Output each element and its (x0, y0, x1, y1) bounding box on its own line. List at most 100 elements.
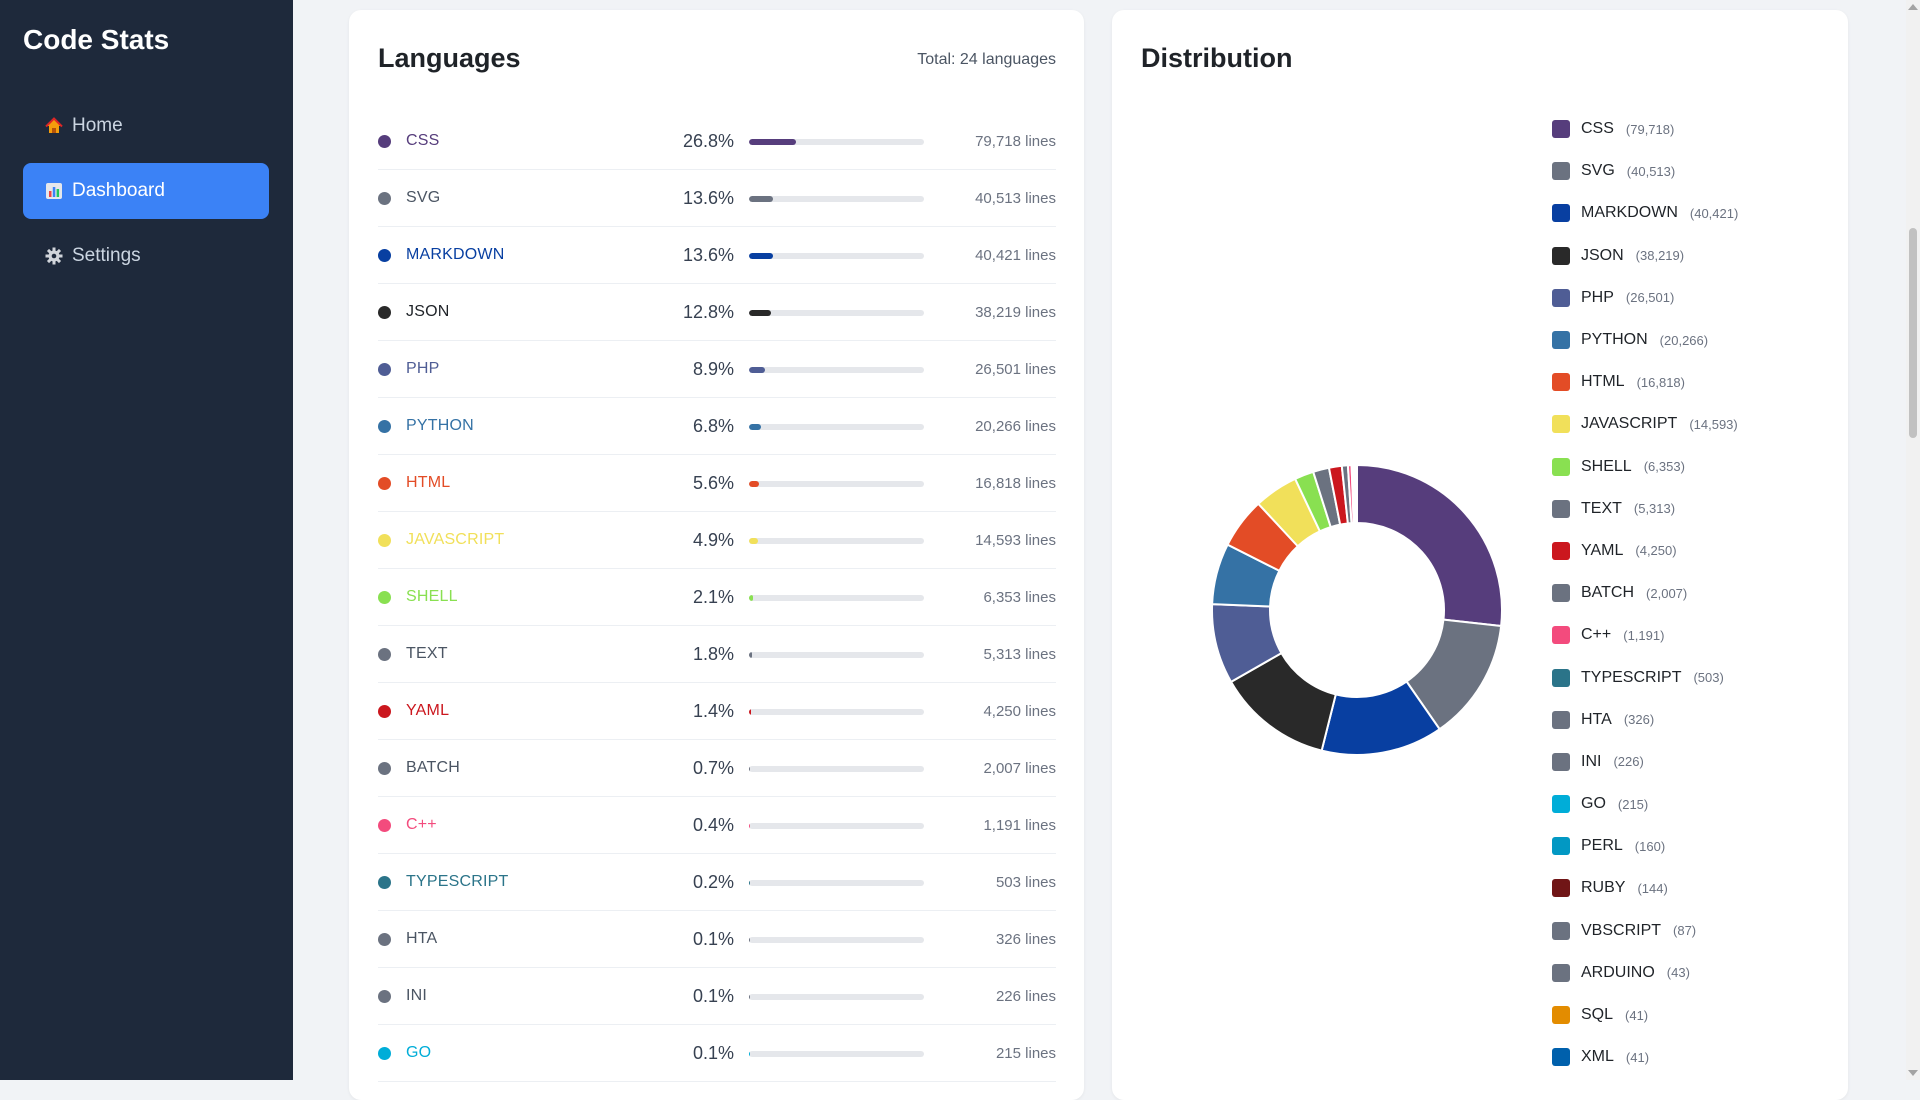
legend-item[interactable]: VBSCRIPT(87) (1552, 910, 1832, 952)
language-bar-fill (749, 1051, 750, 1057)
language-row: GO0.1%215 lines (378, 1025, 1056, 1082)
language-name: INI (406, 987, 427, 1005)
sidebar-item-home[interactable]: Home (23, 98, 269, 154)
language-row: MARKDOWN13.6%40,421 lines (378, 227, 1056, 284)
language-name: HTA (406, 930, 437, 948)
legend-label: HTA (1581, 711, 1612, 729)
language-bar-fill (749, 424, 761, 430)
language-bar-fill (749, 937, 750, 943)
app-title: Code Stats (23, 24, 169, 56)
language-row: HTA 0.1% 326 lines (378, 911, 1056, 968)
language-name: PYTHON (406, 417, 474, 435)
language-bar-fill (749, 253, 773, 259)
language-name: CSS (406, 132, 440, 150)
scroll-up-icon[interactable] (1908, 4, 1918, 10)
language-bar-track (749, 994, 924, 1000)
legend-item[interactable]: ARDUINO(43) (1552, 952, 1832, 994)
legend-item[interactable]: SVG(40,513) (1552, 150, 1832, 192)
legend-swatch (1552, 120, 1570, 138)
donut-slice-css[interactable] (1357, 465, 1502, 626)
donut-chart (1202, 455, 1512, 765)
legend-swatch (1552, 879, 1570, 897)
legend-count: (40,513) (1627, 164, 1675, 179)
language-bar-fill (749, 196, 773, 202)
legend-item[interactable]: HTA(326) (1552, 699, 1832, 741)
language-percent: 4.9% (693, 530, 734, 551)
language-bar-track (749, 1051, 924, 1057)
language-percent: 0.2% (693, 872, 734, 893)
legend-label: TEXT (1581, 500, 1622, 518)
language-bar-track (749, 652, 924, 658)
legend-item[interactable]: HTML(16,818) (1552, 361, 1832, 403)
language-row: INI0.1%226 lines (378, 968, 1056, 1025)
legend-item[interactable]: TYPESCRIPT(503) (1552, 656, 1832, 698)
legend-item[interactable]: GO(215) (1552, 783, 1832, 825)
legend-item[interactable]: BATCH(2,007) (1552, 572, 1832, 614)
sidebar: Code Stats Home Dashboard Settings (0, 0, 293, 1080)
legend-item[interactable]: YAML(4,250) (1552, 530, 1832, 572)
language-percent: 12.8% (683, 302, 734, 323)
language-name: SHELL (406, 588, 458, 606)
sidebar-item-settings[interactable]: Settings (23, 228, 269, 284)
legend-label: CSS (1581, 120, 1614, 138)
legend-item[interactable]: XML(41) (1552, 1036, 1832, 1078)
legend-item[interactable]: JSON(38,219) (1552, 235, 1832, 277)
language-name: YAML (406, 702, 449, 720)
legend-swatch (1552, 626, 1570, 644)
sidebar-nav: Home Dashboard Settings (23, 98, 269, 293)
language-name: GO (406, 1044, 431, 1062)
legend-count: (41) (1625, 1008, 1648, 1023)
language-lines: 20,266 lines (975, 418, 1056, 435)
legend-label: PERL (1581, 837, 1623, 855)
legend-item[interactable]: RUBY(144) (1552, 867, 1832, 909)
language-lines: 38,219 lines (975, 304, 1056, 321)
language-bar-fill (749, 139, 796, 145)
page-scrollbar[interactable] (1906, 0, 1920, 1080)
language-color-dot (378, 420, 391, 433)
language-color-dot (378, 876, 391, 889)
language-percent: 1.4% (693, 701, 734, 722)
scroll-down-icon[interactable] (1908, 1070, 1918, 1076)
language-name: TYPESCRIPT (406, 873, 508, 891)
legend-swatch (1552, 584, 1570, 602)
legend-item[interactable]: INI(226) (1552, 741, 1832, 783)
legend-count: (1,191) (1623, 628, 1664, 643)
legend-label: BATCH (1581, 584, 1634, 602)
legend-item[interactable]: C++(1,191) (1552, 614, 1832, 656)
legend-label: INI (1581, 753, 1601, 771)
language-lines: 1,191 lines (983, 817, 1056, 834)
legend-item[interactable]: PHP(26,501) (1552, 277, 1832, 319)
sidebar-item-dashboard[interactable]: Dashboard (23, 163, 269, 219)
legend-item[interactable]: MARKDOWN(40,421) (1552, 192, 1832, 234)
language-percent: 0.1% (693, 929, 734, 950)
language-percent: 1.8% (693, 644, 734, 665)
legend-item[interactable]: CSS(79,718) (1552, 108, 1832, 150)
language-lines: 79,718 lines (975, 133, 1056, 150)
legend-item[interactable]: JAVASCRIPT(14,593) (1552, 403, 1832, 445)
legend-swatch (1552, 837, 1570, 855)
legend-item[interactable]: TEXT(5,313) (1552, 488, 1832, 530)
language-lines: 326 lines (996, 931, 1056, 948)
language-color-dot (378, 591, 391, 604)
legend-item[interactable]: SHELL(6,353) (1552, 446, 1832, 488)
legend-count: (16,818) (1637, 375, 1685, 390)
legend-item[interactable]: PERL(160) (1552, 825, 1832, 867)
language-name: HTML (406, 474, 450, 492)
language-name: BATCH (406, 759, 460, 777)
legend-count: (87) (1673, 923, 1696, 938)
legend-item[interactable]: SQL(41) (1552, 994, 1832, 1036)
legend-count: (6,353) (1644, 459, 1685, 474)
language-lines: 5,313 lines (983, 646, 1056, 663)
legend-label: GO (1581, 795, 1606, 813)
language-lines: 14,593 lines (975, 532, 1056, 549)
language-bar-fill (749, 994, 750, 1000)
legend-item[interactable]: PYTHON(20,266) (1552, 319, 1832, 361)
language-percent: 26.8% (683, 131, 734, 152)
scroll-thumb[interactable] (1909, 228, 1917, 438)
legend-swatch (1552, 458, 1570, 476)
legend-swatch (1552, 1048, 1570, 1066)
language-row: SHELL2.1%6,353 lines (378, 569, 1056, 626)
language-bar-track (749, 481, 924, 487)
legend-count: (20,266) (1660, 333, 1708, 348)
language-bar-fill (749, 652, 752, 658)
